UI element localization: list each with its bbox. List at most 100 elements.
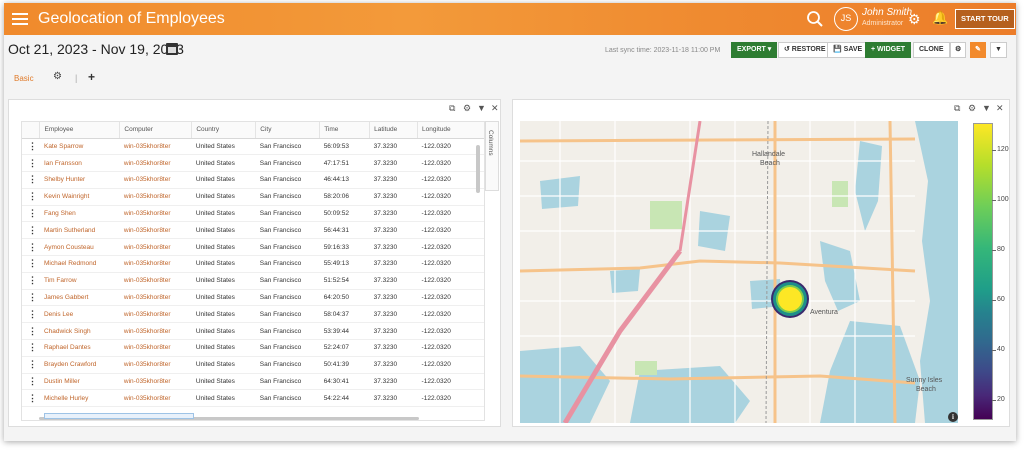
cell-latitude: 37.3230 — [369, 238, 418, 257]
save-button[interactable]: 💾 SAVE — [827, 42, 869, 58]
map-copy-icon[interactable]: ⧉ — [954, 103, 960, 114]
cell-country: United States — [191, 322, 256, 341]
table-row[interactable]: ⋮ James Gabbert win-035khor8ter United Stat… — [22, 289, 484, 307]
employee-table: Employee Computer Country City Time Lati… — [21, 121, 485, 421]
row-menu-icon[interactable]: ⋮ — [22, 305, 40, 324]
cell-time: 50:41:39 — [319, 356, 370, 374]
clone-button[interactable]: CLONE — [913, 42, 950, 58]
cell-longitude: -122.0320 — [417, 272, 484, 290]
edit-pencil-icon[interactable]: ✎ — [970, 42, 986, 58]
col-header-latitude[interactable]: Latitude — [369, 122, 419, 139]
table-row[interactable]: ⋮ Martin Sutherland win-035khor8ter United … — [22, 221, 484, 240]
table-row[interactable]: ⋮ Kevin Wainright win-035khor8ter United St… — [22, 188, 484, 206]
start-tour-button[interactable]: START TOUR — [955, 9, 1015, 29]
add-widget-button[interactable]: + WIDGET — [865, 42, 912, 58]
row-menu-icon[interactable]: ⋮ — [22, 205, 40, 223]
color-scale-bar — [973, 123, 993, 420]
col-header-city[interactable]: City — [255, 122, 321, 139]
cell-country: United States — [191, 205, 256, 223]
row-menu-icon[interactable]: ⋮ — [22, 221, 40, 240]
table-row[interactable]: ⋮ Brayden Crawford win-035khor8ter United S… — [22, 356, 484, 374]
cell-employee: Martin Sutherland — [39, 221, 120, 240]
cell-country: United States — [191, 154, 256, 173]
widget-filter-icon[interactable]: ▼ — [477, 103, 486, 113]
map-label-beach: Beach — [760, 160, 780, 167]
cell-country: United States — [191, 356, 256, 374]
menu-icon[interactable] — [12, 10, 28, 28]
row-menu-icon[interactable]: ⋮ — [22, 272, 40, 290]
table-row[interactable]: ⋮ Denis Lee win-035khor8ter United States Sa… — [22, 305, 484, 324]
restore-button[interactable]: ↺ RESTORE — [778, 42, 832, 58]
row-menu-icon[interactable]: ⋮ — [22, 356, 40, 374]
table-row[interactable]: ⋮ Chadwick Singh win-035khor8ter United Sta… — [22, 322, 484, 341]
row-menu-icon[interactable]: ⋮ — [22, 255, 40, 273]
columns-panel-tab[interactable]: Columns — [485, 121, 499, 191]
row-menu-icon[interactable]: ⋮ — [22, 154, 40, 173]
cell-time: 50:09:52 — [319, 205, 370, 223]
avatar[interactable]: JS — [834, 7, 858, 31]
col-header-country[interactable]: Country — [191, 122, 257, 139]
vertical-scrollbar[interactable] — [476, 145, 480, 193]
dashboard-settings-gear-icon[interactable]: ⚙ — [950, 42, 967, 58]
export-button[interactable]: EXPORT ▾ — [731, 42, 778, 58]
table-row[interactable]: ⋮ Aymon Cousteau win-035khor8ter United Sta… — [22, 238, 484, 257]
row-menu-icon[interactable]: ⋮ — [22, 373, 40, 391]
col-header-time[interactable]: Time — [319, 122, 371, 139]
copy-icon[interactable]: ⧉ — [449, 103, 455, 114]
widget-gear-icon[interactable]: ⚙ — [463, 103, 471, 114]
cell-time: 64:20:50 — [319, 289, 370, 307]
row-menu-icon[interactable]: ⋮ — [22, 339, 40, 357]
search-icon[interactable] — [806, 10, 824, 28]
map-filter-icon[interactable]: ▼ — [982, 103, 991, 113]
cell-city: San Francisco — [255, 154, 320, 173]
filter-icon[interactable]: ▼ — [990, 42, 1007, 58]
cell-longitude: -122.0320 — [417, 255, 484, 273]
table-row[interactable]: ⋮ Michael Redmond win-035khor8ter United St… — [22, 255, 484, 273]
geolocation-map[interactable]: Hallandale Beach Aventura Sunny Isles Be… — [520, 121, 958, 423]
cell-computer: win-035khor8ter — [119, 205, 192, 223]
settings-gear-icon[interactable]: ⚙ — [908, 11, 921, 28]
close-icon[interactable]: ✕ — [491, 103, 499, 114]
calendar-icon[interactable] — [166, 43, 178, 55]
map-gear-icon[interactable]: ⚙ — [968, 103, 976, 114]
row-menu-icon[interactable]: ⋮ — [22, 238, 40, 257]
cell-country: United States — [191, 272, 256, 290]
date-range[interactable]: Oct 21, 2023 - Nov 19, 2023 — [8, 41, 184, 57]
cell-computer: win-035khor8ter — [119, 238, 192, 257]
cell-employee: Michael Redmond — [39, 255, 120, 273]
row-menu-icon[interactable]: ⋮ — [22, 322, 40, 341]
cell-time: 58:20:06 — [319, 188, 370, 206]
cell-time: 51:52:54 — [319, 272, 370, 290]
tab-divider: | — [75, 73, 78, 83]
row-menu-icon[interactable]: ⋮ — [22, 188, 40, 206]
col-header-longitude[interactable]: Longitude — [417, 122, 484, 139]
cell-computer: win-035khor8ter — [119, 305, 192, 324]
table-row[interactable]: ⋮ Michelle Hurley win-035khor8ter United St… — [22, 389, 484, 408]
cell-latitude: 37.3230 — [369, 356, 418, 374]
row-menu-icon[interactable]: ⋮ — [22, 389, 40, 408]
tab-basic[interactable]: Basic — [14, 74, 34, 83]
table-row[interactable]: ⋮ Raphael Dantes win-035khor8ter United Sta… — [22, 339, 484, 357]
cell-city: San Francisco — [255, 255, 320, 273]
col-header-employee[interactable]: Employee — [39, 122, 121, 139]
col-header-computer[interactable]: Computer — [119, 122, 193, 139]
table-row[interactable]: ⋮ Tim Farrow win-035khor8ter United States S… — [22, 272, 484, 290]
map-tiles — [520, 121, 958, 423]
table-row[interactable]: ⋮ Fang Shen win-035khor8ter United States Sa… — [22, 205, 484, 223]
table-row[interactable]: ⋮ Dustin Miller win-035khor8ter United Stat… — [22, 373, 484, 391]
table-row[interactable]: ⋮ Shelby Hunter win-035khor8ter United Stat… — [22, 171, 484, 189]
cell-time: 56:44:31 — [319, 221, 370, 240]
cell-longitude: -122.0320 — [417, 356, 484, 374]
notification-bell-icon[interactable]: 🔔 — [932, 10, 948, 26]
row-menu-icon[interactable]: ⋮ — [22, 138, 40, 156]
map-info-icon[interactable]: i — [948, 412, 958, 422]
tab-settings-gear-icon[interactable]: ⚙ — [53, 71, 62, 82]
cell-city: San Francisco — [255, 221, 320, 240]
cell-longitude: -122.0320 — [417, 389, 484, 408]
row-menu-icon[interactable]: ⋮ — [22, 171, 40, 189]
table-row[interactable]: ⋮ Ian Fransson win-035khor8ter United State… — [22, 154, 484, 173]
row-menu-icon[interactable]: ⋮ — [22, 289, 40, 307]
map-close-icon[interactable]: ✕ — [996, 103, 1004, 114]
add-tab-plus-icon[interactable]: + — [88, 70, 95, 84]
table-row[interactable]: ⋮ Kate Sparrow win-035khor8ter United State… — [22, 138, 484, 156]
